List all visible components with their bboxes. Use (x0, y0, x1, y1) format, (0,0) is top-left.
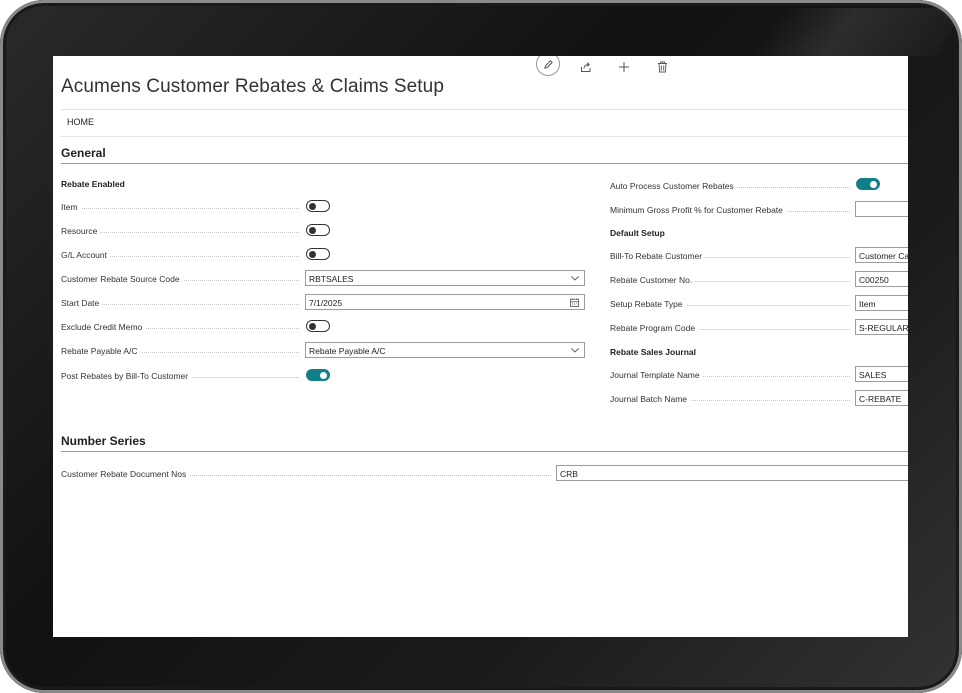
gl-account-row: G/L Account (61, 247, 299, 263)
bill-to-row: Bill-To Rebate Customer (610, 248, 850, 264)
doc-nos-input[interactable]: CRB (556, 465, 908, 481)
gl-account-toggle[interactable] (306, 248, 330, 260)
section-divider (61, 163, 908, 164)
auto-process-toggle[interactable] (856, 178, 880, 190)
tab-home[interactable]: HOME (67, 117, 94, 127)
section-number-series-heading[interactable]: Number Series (61, 434, 146, 448)
rebate-type-row: Setup Rebate Type (610, 296, 850, 312)
batch-input[interactable]: C-REBATE (855, 390, 908, 406)
chevron-down-icon (571, 276, 579, 281)
action-toolbar (529, 56, 681, 78)
section-general-heading[interactable]: General (61, 146, 106, 160)
app-screen: Acumens Customer Rebates & Claims Setup … (53, 56, 908, 637)
bill-to-value: Customer Ca (859, 251, 908, 261)
start-date-label: Start Date (61, 298, 103, 308)
start-date-value: 7/1/2025 (309, 298, 343, 308)
resource-row: Resource (61, 223, 299, 239)
post-by-bill-to-toggle[interactable] (306, 369, 330, 381)
doc-nos-row: Customer Rebate Document Nos (61, 466, 551, 482)
item-row: Item (61, 199, 299, 215)
item-toggle[interactable] (306, 200, 330, 212)
program-code-input[interactable]: S-REGULAR (855, 319, 908, 335)
rebate-sales-journal-heading: Rebate Sales Journal (610, 347, 696, 357)
template-value: SALES (859, 370, 887, 380)
delete-trash-icon[interactable] (643, 56, 681, 78)
payable-ac-value: Rebate Payable A/C (309, 346, 386, 356)
program-code-row: Rebate Program Code (610, 320, 850, 336)
bill-to-label: Bill-To Rebate Customer (610, 251, 706, 261)
min-gross-profit-row: Minimum Gross Profit % for Customer Reba… (610, 202, 850, 218)
bill-to-select[interactable]: Customer Ca (855, 247, 908, 263)
share-icon[interactable] (567, 56, 605, 78)
source-code-label: Customer Rebate Source Code (61, 274, 183, 284)
payable-ac-select[interactable]: Rebate Payable A/C (305, 342, 585, 358)
customer-no-value: C00250 (859, 275, 889, 285)
auto-process-row: Auto Process Customer Rebates (610, 178, 850, 194)
payable-ac-row: Rebate Payable A/C (61, 343, 299, 359)
batch-row: Journal Batch Name (610, 391, 850, 407)
program-code-label: Rebate Program Code (610, 323, 699, 333)
doc-nos-label: Customer Rebate Document Nos (61, 469, 190, 479)
customer-no-input[interactable]: C00250 (855, 271, 908, 287)
post-by-bill-to-row: Post Rebates by Bill-To Customer (61, 368, 299, 384)
page-title: Acumens Customer Rebates & Claims Setup (61, 76, 444, 97)
min-gross-profit-label: Minimum Gross Profit % for Customer Reba… (610, 205, 786, 215)
item-label: Item (61, 202, 81, 212)
exclude-credit-memo-label: Exclude Credit Memo (61, 322, 146, 332)
resource-toggle[interactable] (306, 224, 330, 236)
start-date-input[interactable]: 7/1/2025 (305, 294, 585, 310)
start-date-row: Start Date (61, 295, 299, 311)
exclude-credit-memo-toggle[interactable] (306, 320, 330, 332)
source-code-select[interactable]: RBTSALES (305, 270, 585, 286)
source-code-row: Customer Rebate Source Code (61, 271, 299, 287)
resource-label: Resource (61, 226, 101, 236)
chevron-down-icon (571, 348, 579, 353)
post-by-bill-to-label: Post Rebates by Bill-To Customer (61, 371, 192, 381)
section-divider (61, 451, 908, 452)
default-setup-heading: Default Setup (610, 228, 665, 238)
edit-pencil-icon[interactable] (529, 56, 567, 78)
source-code-value: RBTSALES (309, 274, 354, 284)
program-code-value: S-REGULAR (859, 323, 908, 333)
min-gross-profit-input[interactable] (855, 201, 908, 217)
auto-process-label: Auto Process Customer Rebates (610, 181, 737, 191)
exclude-credit-memo-row: Exclude Credit Memo (61, 319, 299, 335)
rebate-type-label: Setup Rebate Type (610, 299, 686, 309)
template-label: Journal Template Name (610, 370, 703, 380)
batch-label: Journal Batch Name (610, 394, 691, 404)
customer-no-label: Rebate Customer No. (610, 275, 696, 285)
action-tab-bar: HOME (61, 109, 908, 137)
new-plus-icon[interactable] (605, 56, 643, 78)
template-input[interactable]: SALES (855, 366, 908, 382)
gl-account-label: G/L Account (61, 250, 110, 260)
rebate-type-value: Item (859, 299, 876, 309)
rebate-type-select[interactable]: Item (855, 295, 908, 311)
payable-ac-label: Rebate Payable A/C (61, 346, 141, 356)
customer-no-row: Rebate Customer No. (610, 272, 850, 288)
bezel-reflection (756, 8, 962, 56)
template-row: Journal Template Name (610, 367, 850, 383)
rebate-enabled-heading: Rebate Enabled (61, 179, 125, 189)
batch-value: C-REBATE (859, 394, 902, 404)
doc-nos-value: CRB (560, 469, 578, 479)
calendar-icon[interactable] (570, 298, 579, 307)
